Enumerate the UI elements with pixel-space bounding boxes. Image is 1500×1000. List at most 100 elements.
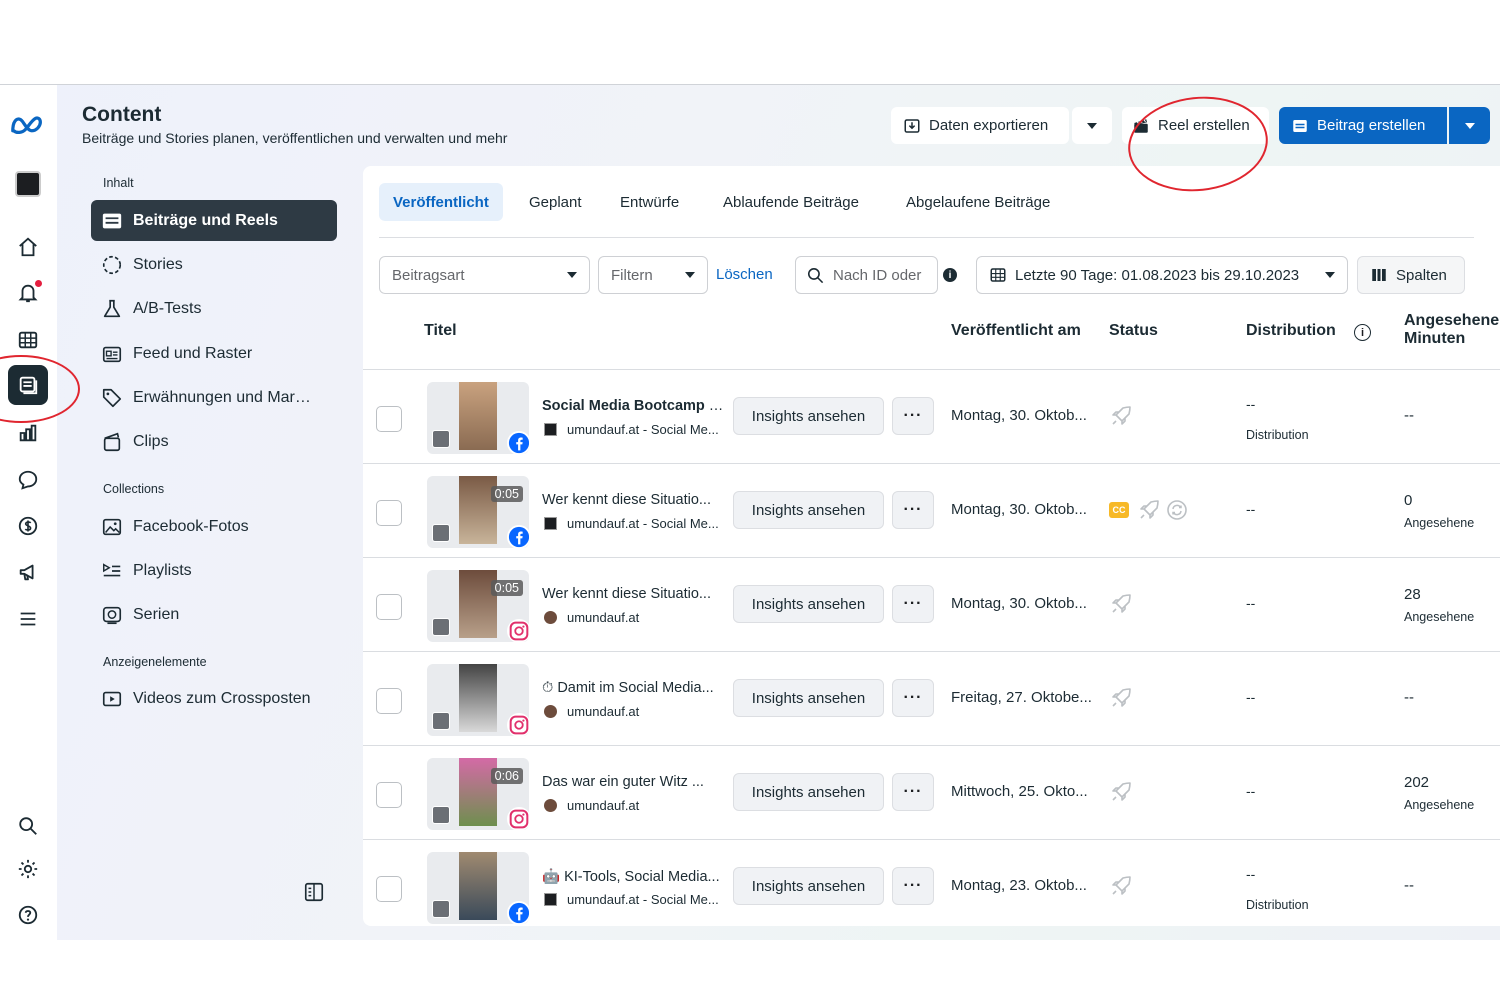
more-options-button[interactable]: ···	[892, 397, 934, 435]
notifications-icon[interactable]	[8, 273, 48, 313]
column-header-published[interactable]: Veröffentlicht am	[951, 322, 1081, 340]
more-options-button[interactable]: ···	[892, 491, 934, 529]
icon-rail	[0, 85, 57, 940]
column-header-minutes[interactable]: Angesehene Minuten	[1404, 312, 1499, 348]
search-icon[interactable]	[8, 806, 48, 846]
tab-expired[interactable]: Abgelaufene Beiträge	[892, 183, 1064, 221]
post-thumbnail[interactable]: 0:05	[427, 476, 529, 548]
date-range-select[interactable]: Letzte 90 Tage: 01.08.2023 bis 29.10.202…	[976, 256, 1348, 294]
column-header-distribution[interactable]: Distribution	[1246, 322, 1336, 340]
table-row[interactable]: ⏱ Damit im Social Media... umundauf.at I…	[363, 651, 1500, 745]
tab-published[interactable]: Veröffentlicht	[379, 183, 503, 221]
rocket-boost-icon[interactable]	[1109, 874, 1133, 898]
post-thumbnail[interactable]	[427, 852, 529, 924]
page-avatar[interactable]	[8, 164, 48, 204]
tab-expiring[interactable]: Ablaufende Beiträge	[709, 183, 873, 221]
row-checkbox[interactable]	[376, 688, 402, 714]
tab-drafts[interactable]: Entwürfe	[606, 183, 693, 221]
table-row[interactable]: 0:05 Wer kennt diese Situatio... umundau…	[363, 557, 1500, 651]
post-thumbnail[interactable]: 0:05	[427, 570, 529, 642]
post-type-select[interactable]: Beitragsart	[379, 256, 590, 294]
instagram-icon	[507, 713, 529, 736]
sidebar-item-crosspost-videos[interactable]: Videos zum Crossposten	[91, 678, 337, 719]
view-insights-button[interactable]: Insights ansehen	[733, 867, 884, 905]
post-thumbnail[interactable]	[427, 664, 529, 736]
more-options-button[interactable]: ···	[892, 867, 934, 905]
distribution-value: --	[1246, 501, 1256, 517]
rocket-boost-icon[interactable]	[1109, 780, 1133, 804]
view-insights-button[interactable]: Insights ansehen	[733, 585, 884, 623]
row-checkbox[interactable]	[376, 500, 402, 526]
profile-avatar-icon	[544, 799, 557, 812]
chevron-down-icon	[1087, 122, 1097, 129]
clips-icon	[103, 432, 121, 451]
published-date: Montag, 30. Oktob...	[951, 595, 1087, 612]
more-options-button[interactable]: ···	[892, 585, 934, 623]
inbox-chat-icon[interactable]	[8, 460, 48, 500]
menu-icon[interactable]	[8, 599, 48, 639]
view-insights-button[interactable]: Insights ansehen	[733, 679, 884, 717]
post-thumbnail[interactable]	[427, 382, 529, 454]
settings-gear-icon[interactable]	[8, 849, 48, 889]
collapse-sidebar-icon[interactable]	[303, 881, 325, 903]
table-row[interactable]: 🤖 KI-Tools, Social Media... umundauf.at …	[363, 839, 1500, 926]
table-row[interactable]: Social Media Bootcamp be... umundauf.at …	[363, 369, 1500, 463]
distribution-info-icon[interactable]: i	[1354, 324, 1371, 341]
status-icons	[1109, 686, 1137, 710]
meta-logo-icon[interactable]	[8, 105, 48, 145]
row-checkbox[interactable]	[376, 782, 402, 808]
post-account: umundauf.at - Social Me...	[544, 892, 719, 907]
post-title[interactable]: Wer kennt diese Situatio...	[542, 492, 727, 508]
view-insights-button[interactable]: Insights ansehen	[733, 397, 884, 435]
search-id-input[interactable]: Nach ID oder	[795, 256, 938, 294]
home-icon[interactable]	[8, 227, 48, 267]
post-title[interactable]: 🤖 KI-Tools, Social Media...	[542, 868, 727, 885]
create-post-dropdown-button[interactable]	[1449, 107, 1490, 144]
column-header-title[interactable]: Titel	[424, 322, 457, 340]
monetization-icon[interactable]	[8, 506, 48, 546]
post-title[interactable]: Wer kennt diese Situatio...	[542, 586, 727, 602]
rocket-boost-icon[interactable]	[1109, 592, 1133, 616]
column-header-status[interactable]: Status	[1109, 322, 1158, 340]
planner-grid-icon[interactable]	[8, 320, 48, 360]
rocket-boost-icon[interactable]	[1137, 498, 1161, 522]
post-title[interactable]: Das war ein guter Witz ...	[542, 774, 727, 790]
post-title[interactable]: ⏱ Damit im Social Media...	[542, 680, 727, 696]
sidebar-item-label: Stories	[133, 255, 183, 273]
sidebar-item-ab-tests[interactable]: A/B-Tests	[91, 288, 337, 329]
view-insights-button[interactable]: Insights ansehen	[733, 491, 884, 529]
create-post-button[interactable]: Beitrag erstellen	[1279, 107, 1447, 144]
tab-scheduled[interactable]: Geplant	[515, 183, 596, 221]
info-icon[interactable]: i	[943, 268, 957, 282]
sidebar-item-stories[interactable]: Stories	[91, 244, 337, 285]
columns-button[interactable]: Spalten	[1357, 256, 1465, 294]
viewed-minutes-value: 28	[1404, 586, 1421, 603]
more-options-button[interactable]: ···	[892, 679, 934, 717]
rocket-boost-icon[interactable]	[1109, 404, 1133, 428]
clear-filters-link[interactable]: Löschen	[716, 266, 773, 283]
rocket-boost-icon[interactable]	[1109, 686, 1133, 710]
ads-megaphone-icon[interactable]	[8, 552, 48, 592]
table-row[interactable]: 0:06 Das war ein guter Witz ... umundauf…	[363, 745, 1500, 839]
filter-select[interactable]: Filtern	[598, 256, 708, 294]
sidebar-item-clips[interactable]: Clips	[91, 421, 337, 462]
export-dropdown-button[interactable]	[1072, 107, 1112, 144]
search-icon	[807, 267, 824, 283]
sidebar-item-feed-grid[interactable]: Feed und Raster	[91, 333, 337, 374]
row-checkbox[interactable]	[376, 406, 402, 432]
sidebar-item-posts-reels[interactable]: Beiträge und Reels	[91, 200, 337, 241]
post-thumbnail[interactable]: 0:06	[427, 758, 529, 830]
row-checkbox[interactable]	[376, 876, 402, 902]
post-title[interactable]: Social Media Bootcamp be...	[542, 398, 727, 414]
table-row[interactable]: 0:05 Wer kennt diese Situatio... umundau…	[363, 463, 1500, 557]
view-insights-button[interactable]: Insights ansehen	[733, 773, 884, 811]
calendar-icon	[990, 268, 1006, 282]
export-data-button[interactable]: Daten exportieren	[891, 107, 1069, 144]
help-icon[interactable]	[8, 895, 48, 935]
sidebar-item-facebook-photos[interactable]: Facebook-Fotos	[91, 506, 337, 547]
sidebar-item-playlists[interactable]: Playlists	[91, 550, 337, 591]
sidebar-item-series[interactable]: Serien	[91, 594, 337, 635]
row-checkbox[interactable]	[376, 594, 402, 620]
sidebar-item-mentions[interactable]: Erwähnungen und Mar…	[91, 377, 337, 418]
more-options-button[interactable]: ···	[892, 773, 934, 811]
